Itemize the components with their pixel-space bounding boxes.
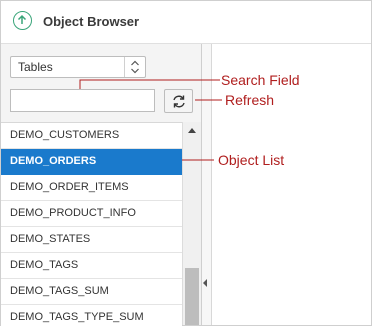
object-list-callout: Object List: [218, 152, 285, 168]
search-field-callout-line: [79, 79, 220, 89]
callout-lines: [79, 79, 222, 161]
refresh-callout: Refresh: [225, 92, 275, 108]
search-field-callout: Search Field: [221, 72, 300, 88]
